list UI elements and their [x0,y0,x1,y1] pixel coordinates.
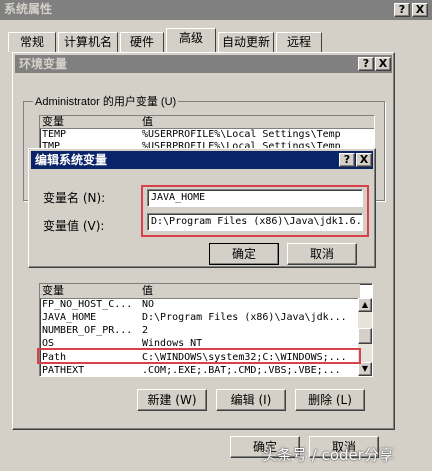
watermark: 头条号 / coder分享 [262,446,394,464]
var-value: %USERPROFILE%\Local Settings\Temp [142,129,341,140]
edit-ok-button[interactable]: 确定 [209,243,279,265]
var-name: NUMBER_OF_PR... [42,325,133,336]
var-value: 2 [142,325,149,336]
tab-auto-update[interactable]: 自动更新 [218,32,274,52]
delete-button[interactable]: 删除 (L) [295,389,365,411]
column-name-header[interactable]: 变量 [42,284,138,298]
tab-general[interactable]: 常规 [8,32,56,52]
system-properties-title: 系统属性 [4,2,53,16]
list-header: 变量 值 [40,284,360,299]
column-value-header[interactable]: 值 [142,116,362,128]
edit-cancel-button[interactable]: 取消 [287,243,357,265]
help-button[interactable]: ? [394,3,410,17]
tab-computer-name[interactable]: 计算机名 [58,32,118,52]
tab-remote[interactable]: 远程 [276,32,322,52]
var-value: D:\Program Files (x86)\Java\jdk... [142,312,347,323]
edit-help-button[interactable]: ? [339,153,355,167]
env-close-button[interactable]: X [375,57,391,71]
edit-system-variable-dialog: 编辑系统变量 ? X 变量名 (N): 变量值 (V): JAVA_HOME D… [28,148,376,268]
env-title: 环境变量 [19,57,68,71]
list-item[interactable]: NUMBER_OF_PR... 2 [40,325,360,337]
edit-close-button[interactable]: X [356,153,372,167]
tab-advanced[interactable]: 高级 [166,28,216,52]
var-name: PATHEXT [42,365,85,376]
edit-dialog-title: 编辑系统变量 [35,153,108,167]
list-item[interactable]: JAVA_HOME D:\Program Files (x86)\Java\jd… [40,312,360,324]
variable-name-label: 变量名 (N): [43,191,106,205]
new-button[interactable]: 新建 (W) [137,389,207,411]
path-row-highlight [37,348,361,364]
var-name: JAVA_HOME [42,312,97,323]
system-list-scrollbar[interactable]: ▲ ▼ [358,298,372,376]
var-value: .COM;.EXE;.BAT;.CMD;.VBS;.VBE;... [142,365,341,376]
variable-value-field[interactable]: D:\Program Files (x86)\Java\jdk1.6.0 [147,213,363,231]
close-button[interactable]: X [412,3,428,17]
list-item[interactable]: PATHEXT .COM;.EXE;.BAT;.CMD;.VBS;.VBE;..… [40,365,360,376]
variable-value-label: 变量值 (V): [43,219,105,233]
column-value-header[interactable]: 值 [142,284,360,298]
scroll-up-icon[interactable]: ▲ [358,298,372,312]
system-properties-titlebar: 系统属性 [0,0,432,20]
tab-hardware[interactable]: 硬件 [120,32,164,52]
env-titlebar: 环境变量 [15,55,392,73]
edit-dialog-titlebar: 编辑系统变量 [31,151,373,169]
env-help-button[interactable]: ? [358,57,374,71]
column-name-header[interactable]: 变量 [42,116,138,128]
scroll-thumb[interactable] [358,328,372,344]
var-name: TEMP [42,129,67,140]
list-header: 变量 值 [40,116,374,129]
list-item[interactable]: TEMP %USERPROFILE%\Local Settings\Temp [40,129,374,141]
var-value: NO [142,299,155,310]
list-item[interactable]: FP_NO_HOST_C... NO [40,299,360,311]
var-name: FP_NO_HOST_C... [42,299,133,310]
edit-button[interactable]: 编辑 (I) [216,389,286,411]
scroll-down-icon[interactable]: ▼ [358,362,372,376]
user-variables-label: Administrator 的用户变量 (U) [33,93,179,109]
variable-name-field[interactable]: JAVA_HOME [147,189,363,207]
